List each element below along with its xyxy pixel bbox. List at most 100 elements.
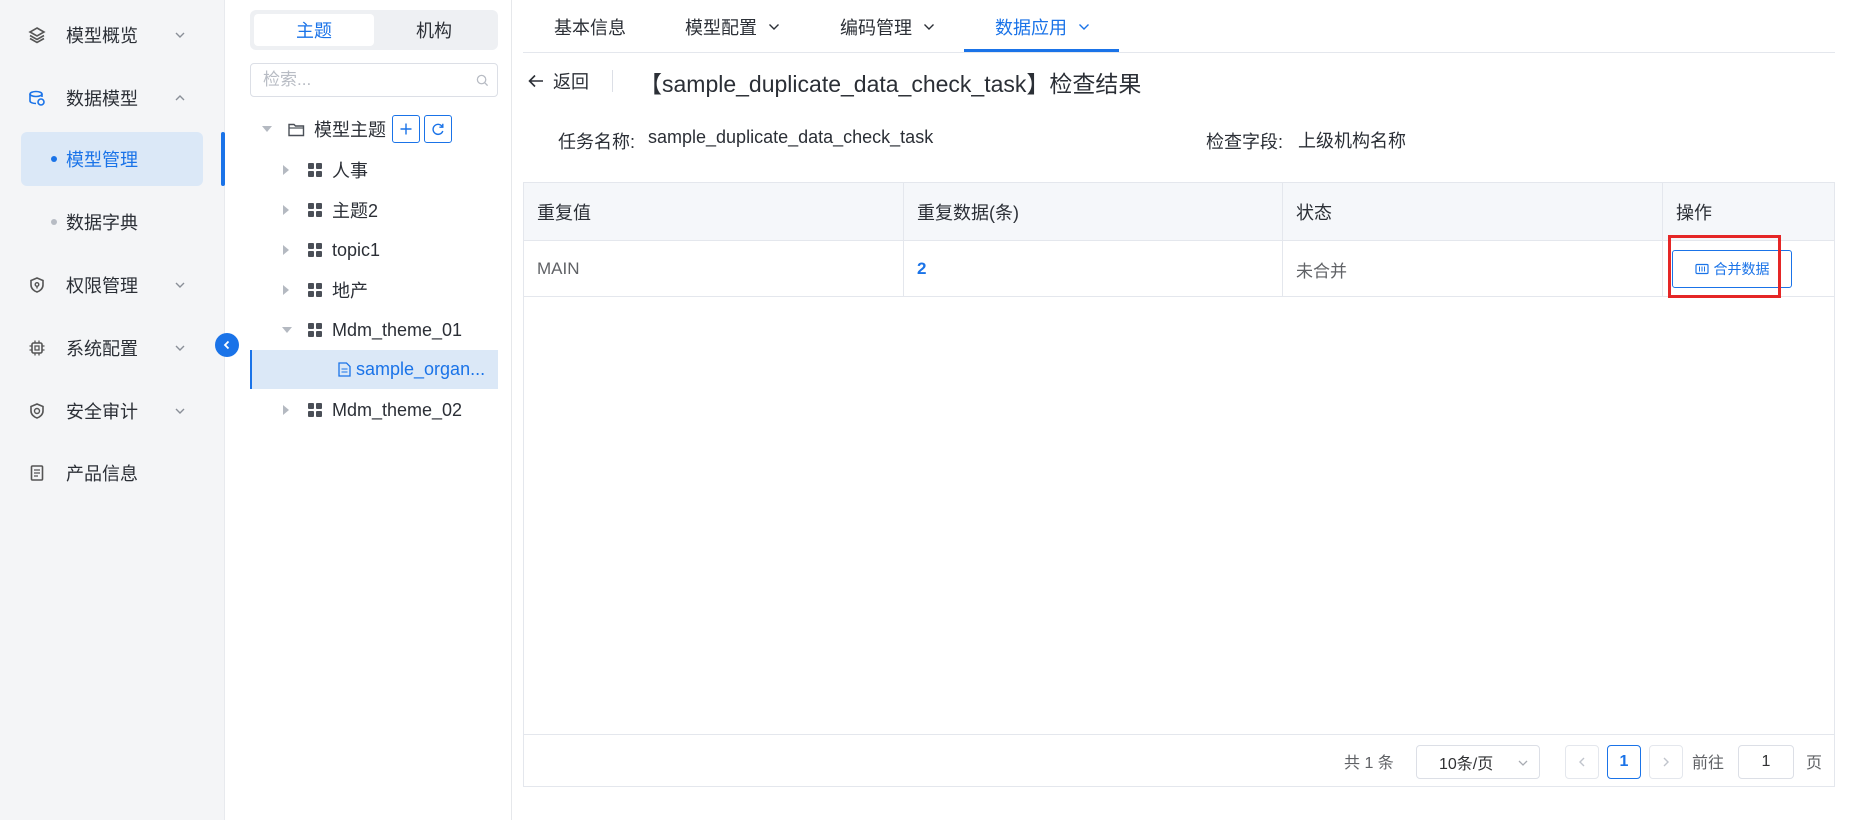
- caret-down-icon[interactable]: [262, 126, 272, 132]
- chevron-down-icon: [175, 408, 185, 414]
- nav-subitem-model-management[interactable]: 模型管理: [21, 132, 203, 186]
- shield-icon: [26, 274, 48, 296]
- prev-page-button[interactable]: [1565, 745, 1599, 779]
- document-icon: [26, 462, 48, 484]
- page-size-select[interactable]: 10条/页: [1416, 745, 1540, 779]
- nav-item-system-config[interactable]: 系统配置: [0, 318, 225, 378]
- goto-label: 前往: [1692, 755, 1725, 772]
- caret-right-icon[interactable]: [283, 405, 289, 415]
- audit-shield-icon: [26, 400, 48, 422]
- nav-item-label: 权限管理: [66, 276, 138, 296]
- column-header-status: 状态: [1283, 183, 1663, 241]
- tree-node-label: 主题2: [332, 201, 379, 221]
- nav-item-label: 数据模型: [66, 89, 138, 109]
- topic-tree-panel: 主题 机构 模型主题 人事 主题2 topic1 地产: [240, 0, 512, 820]
- check-field-value: 上级机构名称: [1298, 131, 1406, 151]
- tree-node[interactable]: Mdm_theme_02: [250, 391, 498, 429]
- page-title: 【sample_duplicate_data_check_task】检查结果: [639, 71, 1142, 97]
- divider: [612, 70, 613, 92]
- tab-basic-info[interactable]: 基本信息: [554, 0, 626, 53]
- search-icon[interactable]: [476, 74, 489, 87]
- chip-icon: [26, 337, 48, 359]
- merge-data-button[interactable]: 合并数据: [1672, 250, 1792, 288]
- active-tab-indicator: [964, 49, 1119, 52]
- nav-item-model-overview[interactable]: 模型概览: [0, 5, 225, 65]
- caret-right-icon[interactable]: [283, 205, 289, 215]
- tab-data-application[interactable]: 数据应用: [995, 0, 1091, 53]
- chevron-down-icon: [175, 345, 185, 351]
- cell-duplicate-count-link[interactable]: 2: [904, 241, 1283, 297]
- refresh-icon: [432, 123, 444, 135]
- table-header: 重复值 重复数据(条) 状态 操作: [524, 183, 1834, 241]
- page-number-button[interactable]: 1: [1607, 745, 1641, 779]
- caret-right-icon[interactable]: [283, 165, 289, 175]
- plus-icon: [400, 123, 412, 135]
- merge-data-label: 合并数据: [1713, 261, 1770, 277]
- tab-label: 编码管理: [840, 17, 912, 38]
- tree-node-label: sample_organ...: [356, 359, 486, 379]
- back-label: 返回: [553, 72, 589, 92]
- goto-page-input[interactable]: 1: [1738, 745, 1794, 779]
- tab-model-config[interactable]: 模型配置: [685, 0, 781, 53]
- tree-node-selected[interactable]: sample_organ...: [250, 350, 498, 389]
- caret-right-icon[interactable]: [283, 245, 289, 255]
- tree-node[interactable]: topic1: [250, 231, 498, 269]
- tab-label: 数据应用: [995, 17, 1067, 38]
- pagination-divider: [524, 734, 1834, 735]
- cell-status: 未合并: [1283, 241, 1663, 297]
- column-header-duplicate-value: 重复值: [524, 183, 904, 241]
- grid-icon: [308, 243, 322, 257]
- tab-label: 模型配置: [685, 17, 757, 38]
- tab-label: 基本信息: [554, 17, 626, 38]
- chevron-left-icon: [223, 340, 230, 350]
- segment-organization[interactable]: 机构: [374, 14, 494, 46]
- chevron-up-icon: [175, 95, 185, 101]
- tree-node[interactable]: Mdm_theme_01: [250, 311, 498, 349]
- result-table: 重复值 重复数据(条) 状态 操作 MAIN 2 未合并 共 1 条 10条/页…: [523, 182, 1835, 787]
- add-topic-button[interactable]: [392, 115, 420, 143]
- arrow-left-icon: [528, 74, 543, 88]
- nav-subitem-label: 数据字典: [66, 213, 138, 233]
- caret-down-icon[interactable]: [282, 327, 292, 333]
- chevron-down-icon: [175, 282, 185, 288]
- layers-icon: [26, 24, 48, 46]
- tree-search: [250, 63, 498, 97]
- nav-subitem-data-dictionary[interactable]: 数据字典: [21, 195, 203, 249]
- nav-item-security-audit[interactable]: 安全审计: [0, 381, 225, 441]
- tree-node-label: 地产: [332, 281, 368, 301]
- check-field-label: 检查字段:: [1206, 132, 1284, 152]
- collapse-sidebar-button[interactable]: [215, 333, 239, 357]
- segment-topic[interactable]: 主题: [254, 14, 374, 46]
- grid-icon: [308, 283, 322, 297]
- grid-icon: [308, 323, 322, 337]
- tree-root-label: 模型主题: [314, 120, 386, 140]
- tree-node-label: topic1: [332, 239, 381, 260]
- nav-item-label: 安全审计: [66, 402, 138, 422]
- chevron-down-icon: [1518, 760, 1528, 766]
- database-icon: [26, 87, 48, 109]
- nav-item-data-model[interactable]: 数据模型: [0, 68, 225, 128]
- refresh-tree-button[interactable]: [424, 115, 452, 143]
- tree-search-input[interactable]: [251, 64, 451, 96]
- task-name-label: 任务名称:: [558, 132, 636, 152]
- back-button[interactable]: 返回: [527, 66, 589, 96]
- next-page-button[interactable]: [1649, 745, 1683, 779]
- nav-subitem-label: 模型管理: [66, 150, 138, 170]
- folder-icon: [288, 123, 305, 136]
- tree-node[interactable]: 人事: [250, 151, 498, 189]
- caret-right-icon[interactable]: [283, 285, 289, 295]
- tree-node-label: Mdm_theme_02: [332, 399, 463, 420]
- chevron-down-icon: [769, 23, 779, 30]
- nav-item-product-info[interactable]: 产品信息: [0, 443, 225, 503]
- main-content: 基本信息 模型配置 编码管理 数据应用 返回 【sample_duplicate…: [523, 0, 1835, 820]
- file-icon: [338, 362, 351, 377]
- tree-root-node[interactable]: 模型主题: [250, 110, 498, 148]
- bullet-icon: [51, 219, 57, 225]
- tree-node-label: 人事: [332, 161, 368, 181]
- tree-node[interactable]: 地产: [250, 271, 498, 309]
- tab-code-management[interactable]: 编码管理: [840, 0, 936, 53]
- pagination-total: 共 1 条: [1344, 755, 1394, 772]
- page-size-value: 10条/页: [1439, 756, 1494, 773]
- nav-item-permissions[interactable]: 权限管理: [0, 255, 225, 315]
- tree-node[interactable]: 主题2: [250, 191, 498, 229]
